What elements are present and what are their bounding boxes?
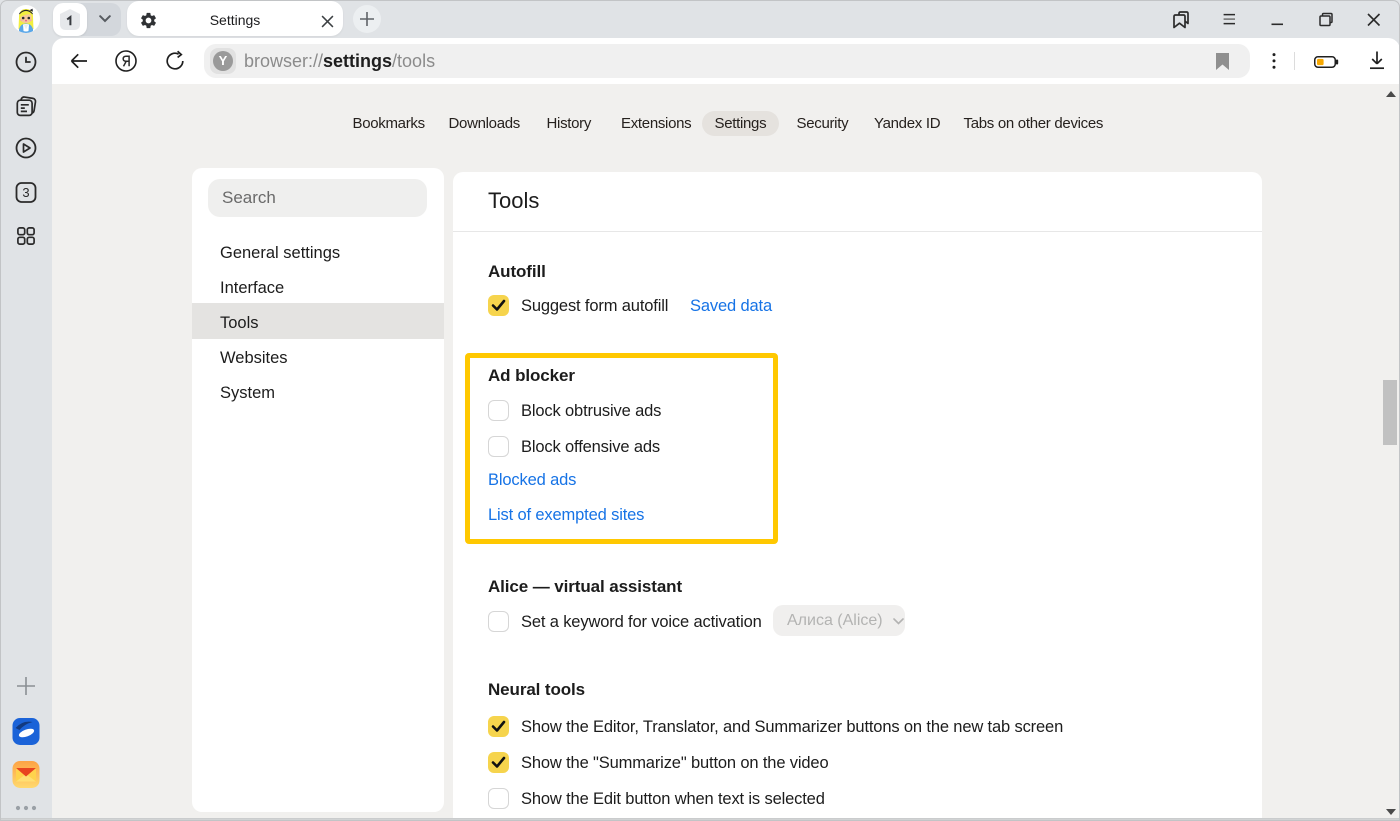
svg-text:3: 3 — [22, 185, 29, 200]
